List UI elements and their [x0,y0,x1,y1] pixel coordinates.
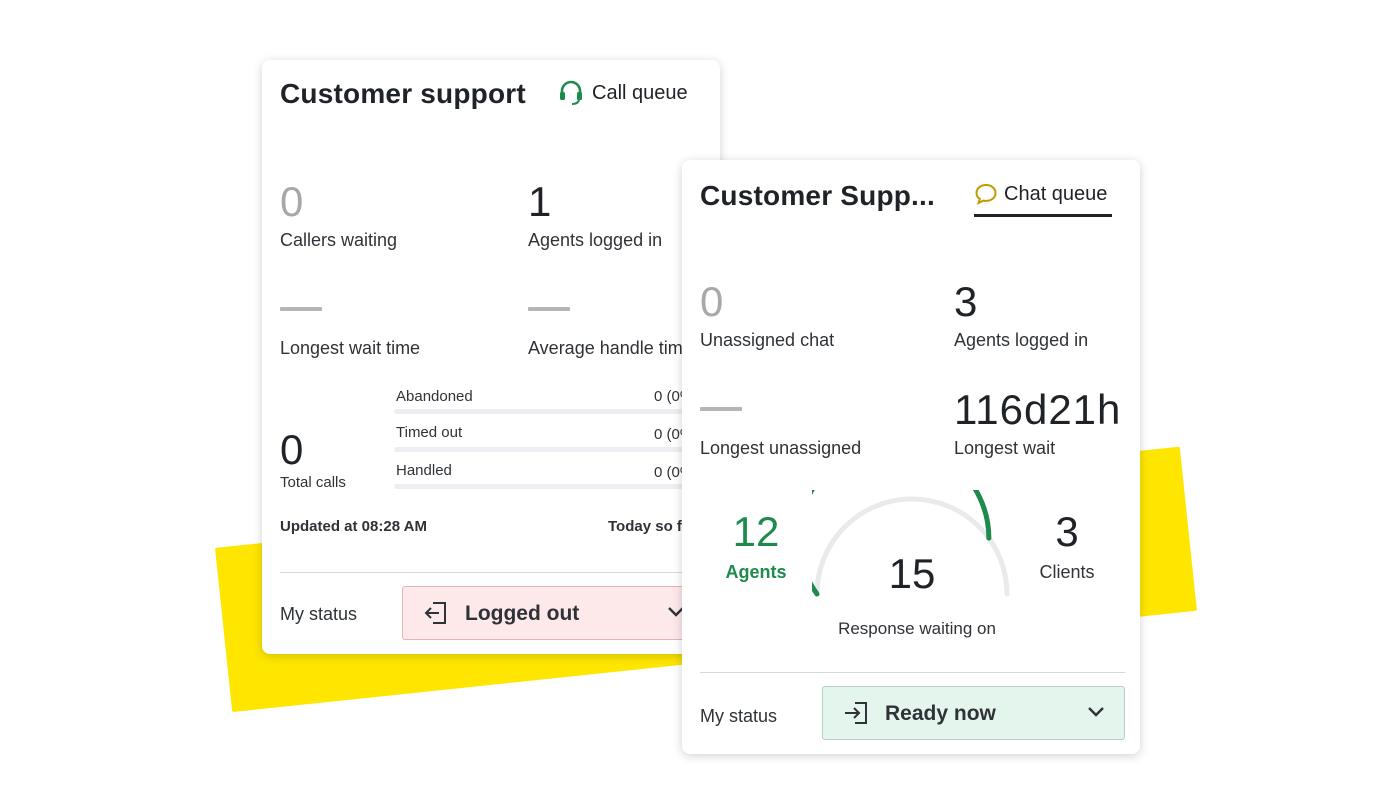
gauge-value: 15 [888,550,936,597]
handled-label: Handled [396,462,452,479]
clients-count-value: 3 [1055,508,1079,555]
unassigned-chat-label: Unassigned chat [700,330,835,350]
call-queue-card: Customer support Call queue 0 Callers wa… [262,60,720,654]
chat-queue-label: Chat queue [1004,182,1108,205]
chat-queue-card: Customer Supp... Chat queue 0 Unassigned… [682,160,1140,754]
login-icon [843,701,869,730]
updated-at: Updated at 08:28 AM [280,518,427,535]
call-queue-tab[interactable]: Call queue [558,80,688,106]
agents-logged-in-label: Agents logged in [954,330,1089,350]
longest-unassigned-empty-indicator [700,407,742,411]
card-title: Customer Supp... [700,180,935,211]
timed-out-label: Timed out [396,424,463,441]
longest-wait-time-label: Longest wait time [280,338,421,358]
callers-waiting-value: 0 [280,178,304,225]
agents-logged-in-label: Agents logged in [528,230,663,250]
longest-wait-label: Longest wait [954,438,1056,458]
timed-out-bar [394,447,720,452]
chevron-down-icon [1087,705,1105,723]
status-divider [700,672,1125,673]
chat-queue-tab[interactable]: Chat queue [974,182,1107,206]
chat-bubble-icon [974,182,998,206]
status-value: Logged out [465,602,580,625]
total-calls-value: 0 [280,426,304,473]
abandoned-bar [394,409,720,414]
clients-count-label: Clients [1039,562,1095,582]
my-status-label: My status [280,604,358,624]
unassigned-chat-value: 0 [700,278,724,325]
my-status-label: My status [700,706,778,726]
agents-count-value: 12 [732,508,780,555]
status-divider [280,572,720,573]
headset-icon [558,80,584,106]
handled-bar [394,484,720,489]
total-calls-label: Total calls [280,474,346,491]
abandoned-label: Abandoned [396,388,473,405]
average-handle-time-label: Average handle time [528,338,693,358]
longest-unassigned-label: Longest unassigned [700,438,862,458]
status-dropdown-logged-out[interactable]: Logged out [402,586,702,640]
status-value: Ready now [885,702,996,725]
logout-icon [423,601,449,630]
status-dropdown-ready-now[interactable]: Ready now [822,686,1125,740]
callers-waiting-label: Callers waiting [280,230,398,250]
chat-queue-tab-underline [974,214,1112,217]
card-title: Customer support [280,78,526,109]
agents-logged-in-value: 3 [954,278,978,325]
longest-wait-time-empty-indicator [280,307,322,311]
gauge-label: Response waiting on [838,619,996,638]
call-queue-label: Call queue [592,81,688,104]
agents-logged-in-value: 1 [528,178,552,225]
agents-count-label: Agents [725,562,787,582]
longest-wait-value: 116d21h [954,386,1122,433]
average-handle-time-empty-indicator [528,307,570,311]
